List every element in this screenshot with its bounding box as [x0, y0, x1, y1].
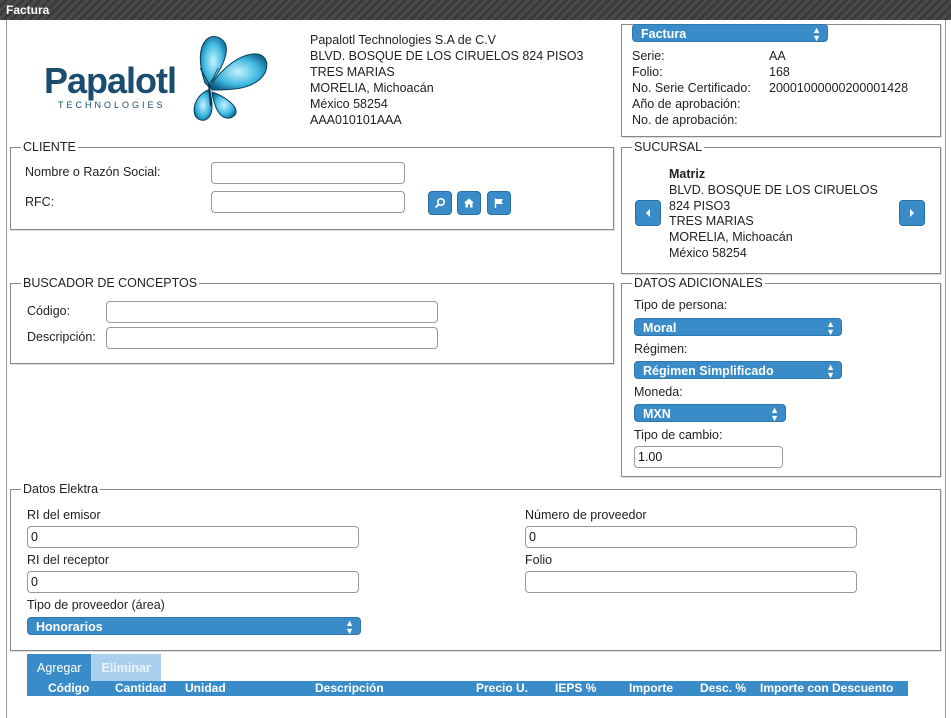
supplier-type-select[interactable]: Honorarios ▲ ▼: [27, 617, 361, 636]
ri-issuer-input[interactable]: [27, 526, 359, 548]
ri-receiver-input[interactable]: [27, 571, 359, 593]
chevron-right-icon: [910, 209, 914, 217]
column-header-unit-price[interactable]: Precio U.: [476, 681, 528, 696]
window-title: Factura: [0, 0, 951, 20]
cert-label: No. Serie Certificado:: [632, 81, 751, 95]
branch-neighborhood: TRES MARIAS: [669, 214, 754, 229]
regime-select[interactable]: Régimen Simplificado ▲ ▼: [634, 361, 842, 380]
company-city: MORELIA, Michoacán: [310, 81, 434, 95]
elektra-legend: Datos Elektra: [23, 482, 99, 496]
concept-desc-label: Descripción:: [27, 330, 96, 344]
column-header-unit[interactable]: Unidad: [185, 681, 226, 696]
client-rfc-input[interactable]: [211, 191, 405, 213]
flag-icon: [494, 198, 503, 208]
column-header-amount-discounted[interactable]: Importe con Descuento: [760, 681, 893, 696]
column-header-description[interactable]: Descripción: [315, 681, 384, 696]
invoice-type-value: Factura: [641, 27, 687, 41]
person-type-select[interactable]: Moral ▲ ▼: [634, 318, 842, 337]
company-rfc: AAA010101AAA: [310, 113, 402, 127]
company-street: BLVD. BOSQUE DE LOS CIRUELOS 824 PISO3: [310, 49, 584, 63]
company-info: Papalotl Technologies S.A de C.V BLVD. B…: [310, 32, 583, 128]
concept-code-label: Código:: [27, 304, 71, 318]
person-type-label: Tipo de persona:: [634, 298, 728, 312]
select-arrows-icon: ▲ ▼: [345, 618, 354, 636]
select-arrows-icon: ▲ ▼: [826, 319, 835, 337]
regime-value: Régimen Simplificado: [643, 364, 774, 378]
concept-desc-input[interactable]: [106, 327, 438, 349]
client-name-label: Nombre o Razón Social:: [25, 165, 161, 179]
concept-code-input[interactable]: [106, 301, 438, 323]
delete-button[interactable]: Eliminar: [91, 654, 161, 682]
ri-issuer-label: RI del emisor: [27, 508, 101, 522]
logo-subtext: TECHNOLOGIES: [58, 100, 166, 110]
ri-receiver-label: RI del receptor: [27, 553, 109, 567]
branch-prev-button[interactable]: [635, 200, 661, 226]
logo-wordmark: Papalotl: [44, 60, 177, 101]
select-arrows-icon: ▲ ▼: [812, 25, 821, 43]
regime-label: Régimen:: [634, 342, 688, 356]
search-icon: [434, 197, 446, 209]
client-search-button[interactable]: [428, 191, 452, 215]
serie-value: AA: [769, 49, 786, 63]
add-button[interactable]: Agregar: [27, 654, 92, 682]
person-type-value: Moral: [643, 321, 677, 335]
company-neighborhood: TRES MARIAS: [310, 65, 395, 79]
supplier-number-label: Número de proveedor: [525, 508, 647, 522]
invoice-type-select[interactable]: Factura ▲ ▼: [632, 24, 828, 43]
elektra-folio-input[interactable]: [525, 571, 857, 593]
client-rfc-label: RFC:: [25, 195, 55, 209]
client-section: CLIENTE: [10, 140, 614, 230]
elektra-folio-label: Folio: [525, 553, 553, 567]
branch-name: Matriz: [669, 167, 706, 181]
client-name-input[interactable]: [211, 162, 405, 184]
supplier-type-value: Honorarios: [36, 620, 103, 634]
company-name: Papalotl Technologies S.A de C.V: [310, 33, 497, 47]
branch-country-zip: México 58254: [669, 245, 747, 260]
additional-data-legend: DATOS ADICIONALES: [634, 276, 763, 290]
client-flag-button[interactable]: [487, 191, 511, 215]
approval-year-label: Año de aprobación:: [632, 97, 741, 111]
branch-address: Matriz BLVD. BOSQUE DE LOS CIRUELOS 824 …: [669, 167, 878, 262]
folio-label: Folio:: [632, 65, 663, 79]
exchange-rate-input[interactable]: [634, 446, 783, 468]
select-arrows-icon: ▲ ▼: [826, 362, 835, 380]
column-header-discount[interactable]: Desc. %: [700, 681, 746, 696]
currency-select[interactable]: MXN ▲ ▼: [634, 404, 786, 423]
supplier-number-input[interactable]: [525, 526, 857, 548]
client-legend: CLIENTE: [23, 140, 76, 154]
folio-value: 168: [769, 65, 790, 79]
column-header-ieps[interactable]: IEPS %: [555, 681, 596, 696]
select-arrows-icon: ▲ ▼: [770, 405, 779, 423]
chevron-left-icon: [646, 209, 650, 217]
branch-city: MORELIA, Michoacán: [669, 230, 793, 245]
company-logo: Papalotl TECHNOLOGIES: [40, 28, 275, 128]
currency-label: Moneda:: [634, 385, 683, 399]
supplier-type-label: Tipo de proveedor (área): [27, 598, 165, 612]
branch-next-button[interactable]: [899, 200, 925, 226]
currency-value: MXN: [643, 407, 671, 421]
concept-search-legend: BUSCADOR DE CONCEPTOS: [23, 276, 198, 290]
column-header-code[interactable]: Código: [48, 681, 89, 696]
home-icon: [464, 198, 474, 208]
approval-number-label: No. de aprobación:: [632, 113, 738, 127]
concept-actions: Agregar Eliminar: [27, 654, 161, 682]
company-country-zip: México 58254: [310, 97, 388, 111]
client-home-button[interactable]: [457, 191, 481, 215]
branch-legend: SUCURSAL: [634, 140, 703, 154]
branch-street-1: BLVD. BOSQUE DE LOS CIRUELOS: [669, 182, 878, 197]
exchange-rate-label: Tipo de cambio:: [634, 428, 723, 442]
serie-label: Serie:: [632, 49, 665, 63]
column-header-amount[interactable]: Importe: [629, 681, 673, 696]
concepts-table-header: Código Cantidad Unidad Descripción Preci…: [27, 681, 908, 696]
column-header-quantity[interactable]: Cantidad: [115, 681, 166, 696]
branch-street-2: 824 PISO3: [669, 198, 731, 213]
cert-value: 20001000000200001428: [769, 81, 909, 95]
